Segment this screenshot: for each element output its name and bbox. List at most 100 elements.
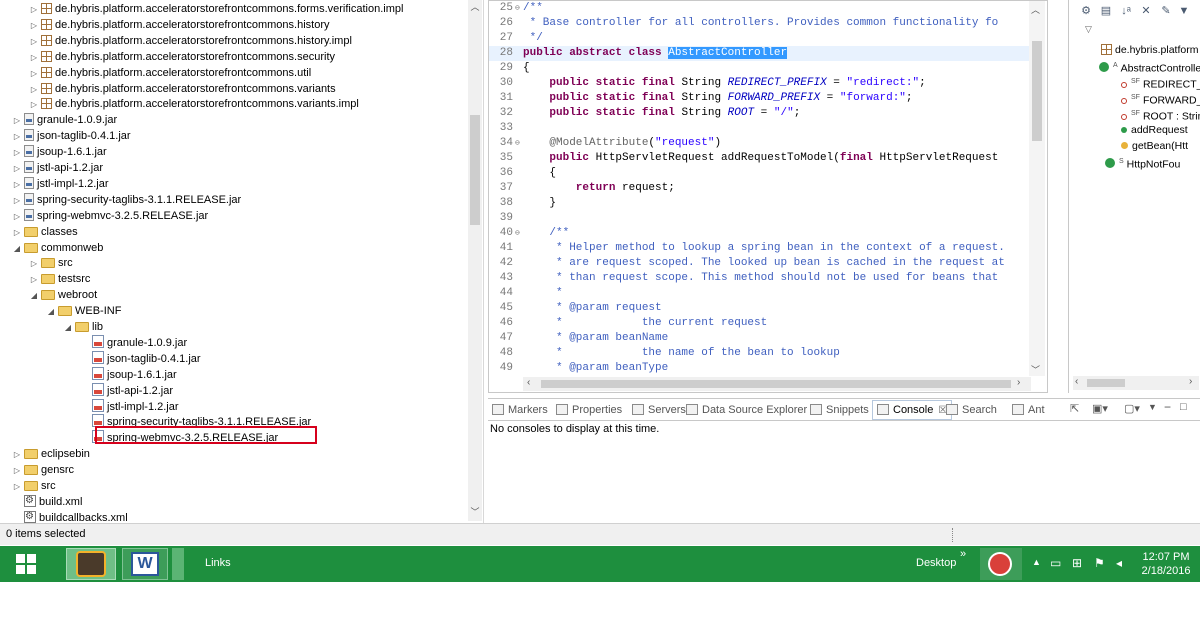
tab-data-source-explorer[interactable]: Data Source Explorer xyxy=(686,402,807,418)
tree-item[interactable]: ▷ de.hybris.platform.acceleratorstorefron… xyxy=(29,65,311,81)
outline-item[interactable]: addRequest xyxy=(1121,122,1188,138)
tab-servers[interactable]: Servers xyxy=(632,402,686,418)
minimize-icon[interactable]: − xyxy=(1164,400,1171,414)
tree-item[interactable]: build.xml xyxy=(12,493,82,510)
tree-expand-icon[interactable]: ▷ xyxy=(12,177,22,193)
eclipse-taskbar-button[interactable] xyxy=(66,548,116,580)
outline-hscroll-thumb[interactable] xyxy=(1087,379,1125,387)
chevron-right-icon[interactable]: » xyxy=(960,548,966,560)
tree-item[interactable]: ▷ granule-1.0.9.jar xyxy=(12,112,117,128)
tree-item[interactable]: ▷ de.hybris.platform.acceleratorstorefron… xyxy=(29,33,352,49)
tab-search[interactable]: Search xyxy=(946,402,997,418)
tree-expand-icon[interactable]: ▷ xyxy=(29,66,39,82)
word-taskbar-button[interactable]: W xyxy=(122,548,168,580)
scroll-left-icon[interactable]: ‹ xyxy=(1075,376,1078,387)
tree-item[interactable]: granule-1.0.9.jar xyxy=(80,334,187,351)
tree-expand-icon[interactable]: ▷ xyxy=(29,256,39,272)
focus-active-icon[interactable]: ▼ xyxy=(1177,4,1191,18)
monitor-icon[interactable]: ▭ xyxy=(1050,556,1061,570)
tree-collapse-icon[interactable]: ◢ xyxy=(29,288,39,304)
fold-toggle-icon[interactable]: ⊖ xyxy=(515,226,520,241)
fold-toggle-icon[interactable]: ⊖ xyxy=(515,136,520,151)
tree-expand-icon[interactable]: ▷ xyxy=(12,193,22,209)
tab-ant[interactable]: Ant xyxy=(1012,402,1045,418)
scroll-right-icon[interactable]: › xyxy=(1017,377,1020,388)
scroll-up-icon[interactable]: ︿ xyxy=(468,1,482,13)
outline-item[interactable]: SF ROOT : Strin xyxy=(1121,106,1200,123)
tree-expand-icon[interactable]: ▷ xyxy=(29,2,39,18)
tree-item[interactable]: ▷ de.hybris.platform.acceleratorstorefron… xyxy=(29,49,335,65)
tree-expand-icon[interactable]: ▷ xyxy=(12,161,22,177)
tree-collapse-icon[interactable]: ◢ xyxy=(63,320,73,336)
volume-icon[interactable]: ◂ xyxy=(1116,556,1122,570)
pin-console-icon[interactable]: ⇱ xyxy=(1070,402,1079,415)
tree-item[interactable]: jstl-impl-1.2.jar xyxy=(80,398,179,415)
tree-expand-icon[interactable]: ▷ xyxy=(12,479,22,495)
hierarchy-icon[interactable]: ⚙ xyxy=(1079,4,1093,18)
tree-item[interactable]: jstl-api-1.2.jar xyxy=(80,382,173,399)
view-menu-icon[interactable]: ▼ xyxy=(1148,402,1157,412)
tree-item[interactable]: ▷ spring-webmvc-3.2.5.RELEASE.jar xyxy=(12,208,208,224)
tree-expand-icon[interactable]: ▷ xyxy=(12,113,22,129)
tree-item[interactable]: ◢ WEB-INF xyxy=(46,303,122,319)
tree-item[interactable]: ▷ testsrc xyxy=(29,271,90,287)
clock[interactable]: 12:07 PM 2/18/2016 xyxy=(1138,550,1194,578)
tree-expand-icon[interactable]: ▷ xyxy=(29,97,39,113)
tree-item[interactable]: ▷ eclipsebin xyxy=(12,446,90,462)
tree-item[interactable]: ▷ jstl-impl-1.2.jar xyxy=(12,176,109,192)
outline-item[interactable]: de.hybris.platform xyxy=(1099,42,1198,58)
desktop-toolbar-label[interactable]: Desktop xyxy=(916,557,956,569)
tree-item[interactable]: ▷ de.hybris.platform.acceleratorstorefron… xyxy=(29,81,336,97)
tree-item[interactable]: ▷ jstl-api-1.2.jar xyxy=(12,160,103,176)
tree-expand-icon[interactable]: ▷ xyxy=(12,447,22,463)
editor-hscroll-thumb[interactable] xyxy=(541,380,1011,388)
tree-item[interactable]: ▷ src xyxy=(29,255,73,271)
flag-icon[interactable]: ⚑ xyxy=(1094,556,1105,570)
tab-snippets[interactable]: Snippets xyxy=(810,402,869,418)
tree-expand-icon[interactable]: ▷ xyxy=(29,82,39,98)
explorer-scrollbar[interactable]: ︿ ﹀ xyxy=(468,0,482,521)
outline-item[interactable]: S HttpNotFou xyxy=(1105,154,1180,171)
tree-expand-icon[interactable]: ▷ xyxy=(12,209,22,225)
tab-console[interactable]: Console ☒ xyxy=(872,400,953,420)
explorer-scroll-thumb[interactable] xyxy=(470,115,480,225)
tree-item[interactable]: ▷ de.hybris.platform.acceleratorstorefron… xyxy=(29,96,359,112)
editor-scroll-thumb[interactable] xyxy=(1032,41,1042,141)
notification-app-button[interactable] xyxy=(980,548,1022,580)
tree-item[interactable]: json-taglib-0.4.1.jar xyxy=(80,350,201,367)
scroll-up-icon[interactable]: ︿ xyxy=(1031,3,1040,16)
fold-toggle-icon[interactable]: ⊖ xyxy=(515,1,520,16)
tree-item[interactable]: ▷ classes xyxy=(12,224,78,240)
taskbar-scroll-icon[interactable] xyxy=(172,548,184,580)
tab-markers[interactable]: Markers xyxy=(492,402,548,418)
tree-item[interactable]: jsoup-1.6.1.jar xyxy=(80,366,177,383)
tree-item[interactable]: ◢ lib xyxy=(63,319,103,335)
outline-item[interactable]: getBean(Htt xyxy=(1121,138,1188,154)
tree-expand-icon[interactable]: ▷ xyxy=(12,225,22,241)
outline-hscrollbar[interactable]: ‹ › xyxy=(1073,376,1199,390)
tree-item[interactable]: ▷ src xyxy=(12,478,56,494)
start-button[interactable] xyxy=(8,548,44,580)
tree-item[interactable]: ▷ jsoup-1.6.1.jar xyxy=(12,144,107,160)
scroll-right-icon[interactable]: › xyxy=(1189,376,1192,387)
tree-item[interactable]: ▷ de.hybris.platform.acceleratorstorefron… xyxy=(29,1,403,17)
network-icon[interactable]: ⊞ xyxy=(1072,556,1082,570)
collapse-all-icon[interactable]: ▤ xyxy=(1099,4,1113,18)
scroll-left-icon[interactable]: ‹ xyxy=(527,377,530,388)
outline-item[interactable]: SFREDIRECT_P xyxy=(1121,74,1200,91)
display-console-icon[interactable]: ▣▾ xyxy=(1092,402,1108,415)
tree-expand-icon[interactable]: ▷ xyxy=(29,272,39,288)
links-toolbar-label[interactable]: Links xyxy=(205,557,231,569)
tree-expand-icon[interactable]: ▷ xyxy=(12,463,22,479)
tree-expand-icon[interactable]: ▷ xyxy=(29,50,39,66)
tree-expand-icon[interactable]: ▷ xyxy=(12,129,22,145)
tree-item[interactable]: ◢ webroot xyxy=(29,287,97,303)
scroll-down-icon[interactable]: ﹀ xyxy=(1031,363,1040,376)
outline-collapse-icon[interactable]: ▽ xyxy=(1085,24,1092,35)
code-editor[interactable]: 25 ⊖/** 26 * Base controller for all contr… xyxy=(488,0,1048,393)
editor-hscrollbar[interactable]: ‹ › xyxy=(523,377,1031,391)
outline-item[interactable]: A AbstractControlle xyxy=(1099,58,1200,75)
tree-item[interactable]: ▷ spring-security-taglibs-3.1.1.RELEASE.j… xyxy=(12,192,241,208)
tree-item[interactable]: ▷ de.hybris.platform.acceleratorstorefron… xyxy=(29,17,330,33)
new-console-icon[interactable]: ▢▾ xyxy=(1124,402,1140,415)
